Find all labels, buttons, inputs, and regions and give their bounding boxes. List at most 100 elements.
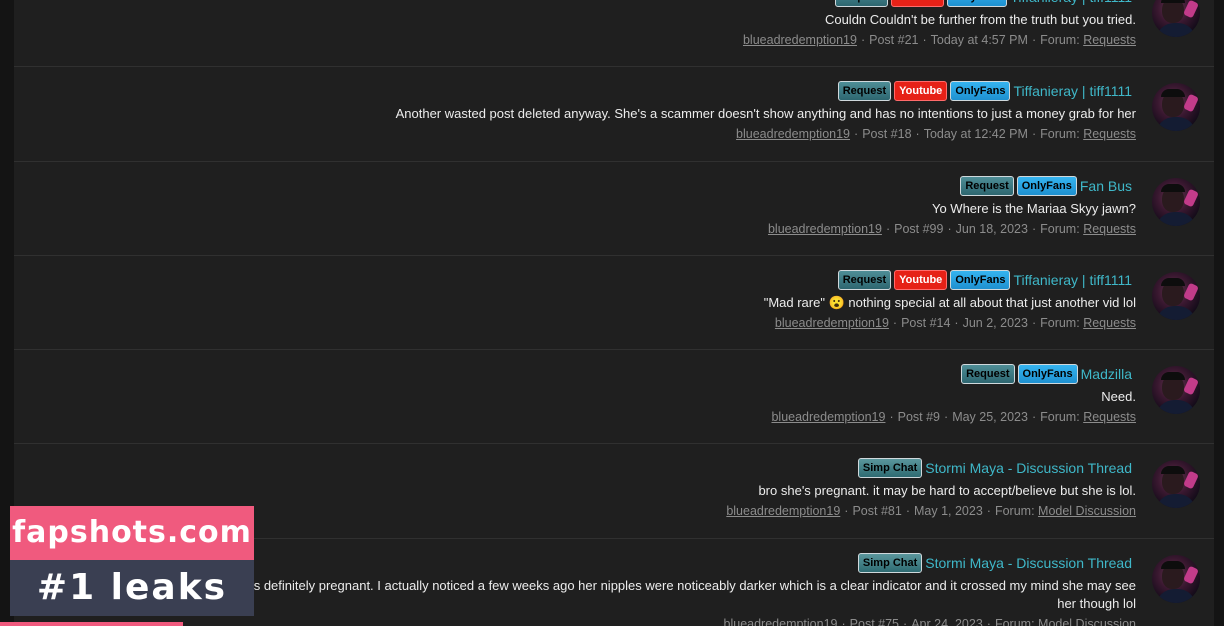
post-date: Jun 18, 2023: [955, 221, 1028, 236]
user-avatar[interactable]: [1152, 460, 1200, 509]
prefix-tag[interactable]: Request: [960, 175, 1014, 196]
result-title-line: Simp Chat Stormi Maya - Discussion Threa…: [214, 457, 1136, 479]
prefix-tag[interactable]: OnlyFans: [1017, 364, 1078, 385]
author-link[interactable]: blueadredemption19: [768, 222, 882, 236]
prefix-tag[interactable]: Youtube: [894, 269, 948, 290]
forum-link[interactable]: Model Discussion: [1038, 504, 1136, 518]
prefix-tag[interactable]: Request: [837, 81, 892, 102]
search-results-page: RequestYoutubeOnlyFans Tiffaniieray | ti…: [0, 0, 1224, 626]
post-date: Jun 2, 2023: [962, 315, 1028, 330]
prefix-tag[interactable]: OnlyFans: [950, 81, 1011, 102]
post-meta: blueadredemption19 · Post #14 · Jun 2, 2023 ·…: [774, 315, 1136, 330]
search-result-row[interactable]: Request Youtube OnlyFans Tiffanieray | tif…: [14, 255, 1214, 351]
result-content: Request Youtube OnlyFans Tiffanieray | tif…: [214, 269, 1136, 332]
result-content: Request OnlyFans Madzilla Need. blueadred…: [214, 363, 1136, 426]
prefix-tag[interactable]: Simp Chat: [857, 458, 923, 479]
result-content: Request OnlyFans Fan Bus Yo Where is the …: [214, 175, 1136, 238]
prefix-tag[interactable]: OnlyFans: [1016, 175, 1077, 196]
prefix-tag[interactable]: Youtube: [891, 0, 945, 7]
thread-title-link[interactable]: Madzilla: [1081, 366, 1132, 382]
prefix-tag[interactable]: Request: [961, 364, 1015, 385]
forum-link[interactable]: Requests: [1083, 33, 1136, 47]
author-link[interactable]: blueadredemption19: [726, 504, 840, 518]
forum-label: Forum:: [1040, 221, 1080, 236]
search-result-row[interactable]: Request OnlyFans Madzilla Need. blueadred…: [14, 350, 1214, 445]
search-result-row[interactable]: Request OnlyFans Fan Bus Yo Where is the …: [14, 161, 1214, 256]
post-snippet: Need.: [1101, 389, 1136, 405]
user-avatar[interactable]: [1152, 271, 1200, 320]
user-avatar[interactable]: [1152, 177, 1200, 226]
post-meta: blueadredemption19 · Post #99 · Jun 18, 2023…: [767, 221, 1136, 236]
post-number: Post #9: [897, 410, 941, 425]
post-date: Today at 4:57 PM: [930, 33, 1028, 47]
post-meta: blueadredemption19 · Post #21 · Today at 4:5…: [742, 33, 1136, 47]
thread-title-link[interactable]: Tiffanieray | tiff1111: [1013, 83, 1132, 99]
prefix-tag[interactable]: OnlyFans: [950, 269, 1011, 290]
post-number: Post #14: [901, 315, 951, 330]
thread-title-link[interactable]: Stormi Maya - Discussion Thread: [925, 555, 1132, 571]
user-avatar[interactable]: [1152, 366, 1200, 415]
brand-accent-bar: [0, 622, 183, 626]
author-link[interactable]: blueadredemption19: [775, 316, 889, 330]
brand-site-name: fapshots.com: [10, 506, 254, 560]
user-avatar[interactable]: [1152, 83, 1200, 132]
post-number: Post #75: [849, 616, 900, 626]
user-avatar[interactable]: [1152, 554, 1200, 603]
author-link[interactable]: blueadredemption19: [743, 33, 857, 47]
brand-tagline: #1 leaks: [10, 560, 254, 616]
post-snippet: Another wasted post deleted anyway. She'…: [395, 106, 1136, 122]
post-date: Apr 24, 2023: [911, 616, 983, 626]
post-meta: blueadredemption19 · Post #75 · Apr 24, 2023…: [214, 615, 1136, 626]
forum-label: Forum:: [1040, 33, 1080, 47]
forum-link[interactable]: Model Discussion: [1038, 617, 1136, 626]
author-link[interactable]: blueadredemption19: [736, 127, 850, 141]
thread-title-link[interactable]: Fan Bus: [1080, 178, 1132, 194]
forum-label: Forum:: [1040, 315, 1080, 330]
post-snippet: bro she's pregnant. it may be hard to ac…: [758, 483, 1136, 499]
author-link[interactable]: blueadredemption19: [771, 410, 885, 424]
watermark-banner[interactable]: fapshots.com #1 leaks: [10, 506, 254, 616]
author-link[interactable]: blueadredemption19: [724, 617, 838, 626]
post-number: Post #99: [894, 221, 944, 236]
search-result-row[interactable]: Request Youtube OnlyFans Tiffanieray | tif…: [14, 67, 1214, 162]
post-date: May 25, 2023: [952, 410, 1028, 425]
search-result-row[interactable]: RequestYoutubeOnlyFans Tiffaniieray | ti…: [14, 0, 1214, 68]
result-title-line: Request OnlyFans Fan Bus: [214, 175, 1136, 197]
post-meta: blueadredemption19 · Post #9 · May 25, 2023 ·…: [771, 410, 1136, 425]
result-content: RequestYoutubeOnlyFans Tiffaniieray | ti…: [214, 0, 1136, 49]
result-title-line: Request Youtube OnlyFans Tiffanieray | tif…: [214, 80, 1136, 102]
user-avatar[interactable]: [1152, 0, 1200, 37]
post-date: May 1, 2023: [913, 504, 983, 519]
thread-title-link[interactable]: Stormi Maya - Discussion Thread: [925, 460, 1132, 476]
prefix-tag[interactable]: Youtube: [894, 81, 948, 102]
post-number: Post #81: [852, 504, 902, 519]
post-snippet: Yo Where is the Mariaa Skyy jawn?: [931, 200, 1136, 216]
forum-label: Forum:: [1040, 410, 1080, 425]
forum-link[interactable]: Requests: [1083, 222, 1136, 236]
right-scrollbar[interactable]: [1214, 0, 1224, 626]
prefix-tag[interactable]: Request: [834, 0, 889, 7]
result-title-line: RequestYoutubeOnlyFans Tiffaniieray | ti…: [214, 0, 1136, 8]
result-content: Request Youtube OnlyFans Tiffanieray | tif…: [214, 80, 1136, 143]
post-meta: blueadredemption19 · Post #18 · Today at 12:…: [736, 127, 1136, 142]
forum-link[interactable]: Requests: [1083, 410, 1136, 424]
thread-title-link[interactable]: Tiffanieray | tiff1111: [1013, 272, 1132, 288]
result-content: Simp Chat Stormi Maya - Discussion Threa…: [214, 457, 1136, 520]
forum-link[interactable]: Requests: [1083, 316, 1136, 330]
forum-label: Forum:: [994, 504, 1035, 519]
forum-link[interactable]: Requests: [1083, 127, 1136, 141]
result-content: Simp Chat Stormi Maya - Discussion Threa…: [214, 552, 1136, 626]
forum-label: Forum:: [994, 616, 1035, 626]
post-meta: blueadredemption19 · Post #81 · May 1, 2023 ·…: [726, 504, 1136, 519]
prefix-tag[interactable]: Simp Chat: [857, 552, 923, 573]
thread-title-link[interactable]: Tiffaniieray | tiff1111: [1010, 0, 1132, 5]
post-snippet: Couldn Couldn't be further from the trut…: [824, 12, 1136, 27]
post-number: Post #21: [869, 33, 919, 47]
result-title-line: Request Youtube OnlyFans Tiffanieray | tif…: [214, 269, 1136, 291]
result-title-line: Request OnlyFans Madzilla: [214, 363, 1136, 385]
post-snippet: She's definitely pregnant. I actually no…: [228, 577, 1136, 611]
forum-label: Forum:: [1040, 127, 1080, 142]
result-title-line: Simp Chat Stormi Maya - Discussion Threa…: [214, 552, 1136, 574]
prefix-tag[interactable]: Request: [837, 269, 892, 290]
prefix-tag[interactable]: OnlyFans: [947, 0, 1008, 7]
